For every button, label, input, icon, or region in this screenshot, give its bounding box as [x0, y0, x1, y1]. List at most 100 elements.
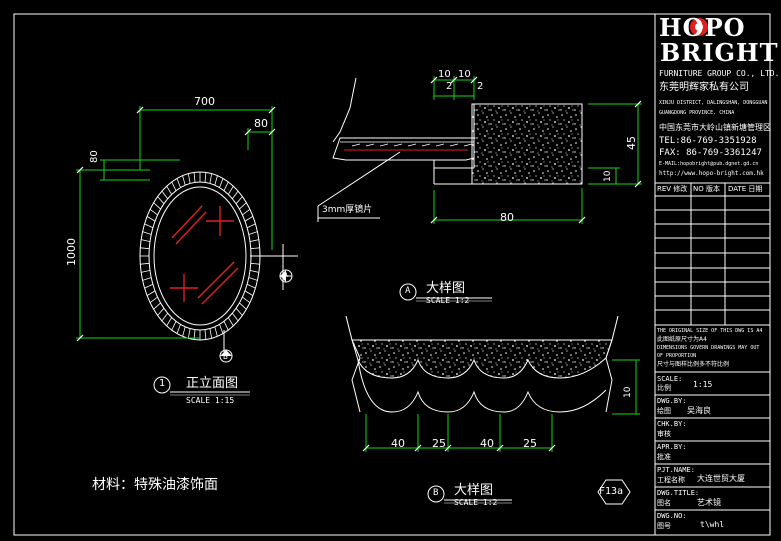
- frame-hatch-tick: [227, 185, 234, 195]
- frame-hatch-tick: [153, 202, 161, 210]
- note-proportion-en: OF PROPORTION: [657, 353, 697, 359]
- frame-hatch-tick: [227, 317, 234, 327]
- frame-hatch-tick: [161, 190, 168, 200]
- dim-80: 80: [500, 211, 514, 224]
- frame-hatch-tick: [142, 231, 152, 235]
- frame-hatch-tick: [244, 216, 254, 222]
- frame-hatch-tick: [182, 175, 186, 186]
- pjt-name-value: 大连世贸大厦: [697, 474, 745, 483]
- frame-hatch-tick: [232, 190, 239, 200]
- mirror-hatch-mark: [365, 143, 375, 147]
- detail-a-scale: SCALE 1:2: [426, 296, 470, 305]
- logo-sub: BRIGHT: [660, 38, 779, 67]
- mirror-hatch-mark: [435, 143, 445, 147]
- frame-hatch-tick: [176, 178, 181, 188]
- scale-label-cn: 比例: [657, 384, 671, 392]
- dim-2a: 2: [446, 81, 453, 92]
- frame-hatch-tick: [204, 329, 207, 340]
- dwg-title-cn: 图名: [657, 499, 671, 507]
- frame-hatch-tick: [157, 196, 165, 204]
- date-header: DATE 日期: [728, 185, 763, 193]
- mirror-hatch-mark: [407, 143, 417, 147]
- frame-hatch-tick: [171, 321, 177, 331]
- frame-hatch-tick: [249, 239, 259, 242]
- mirror-hatch-mark: [393, 143, 403, 147]
- dim-b-2: 25: [432, 437, 446, 450]
- detail-b-title: 大样图: [454, 483, 494, 498]
- note-original-size-cn: 此图纸原尺寸为A4: [657, 336, 707, 343]
- frame-hatch-tick: [242, 208, 251, 216]
- frame-hatch-tick: [249, 270, 259, 273]
- frame-hatch-tick: [232, 312, 239, 322]
- frame-hatch-tick: [153, 302, 161, 310]
- scale-value: 1:15: [693, 380, 713, 389]
- dim-10b: 10: [458, 69, 471, 80]
- frame-hatch-tick: [141, 270, 151, 273]
- note-dims-en: DIMENSIONS GOVERN DRAWINGS MAY OUT: [657, 345, 760, 351]
- fax: FAX: 86-769-3361247: [659, 148, 762, 158]
- apr-by-cn: 批准: [657, 453, 671, 461]
- frame-hatch-tick: [166, 317, 173, 327]
- frame-hatch-tick: [214, 175, 218, 186]
- frame-hatch-tick: [235, 196, 243, 204]
- elevation-view: [76, 106, 298, 396]
- address-cn: 中国东莞市大岭山镇新塘管理区: [659, 123, 771, 132]
- no-header: NO 版本: [693, 185, 720, 193]
- detail-a-title: 大样图: [426, 281, 466, 296]
- dim-2b: 2: [477, 81, 484, 92]
- rev-header: REV 修改: [657, 185, 688, 193]
- detail-a-marker: A: [405, 286, 411, 296]
- company-en: FURNITURE GROUP CO., LTD.: [659, 69, 780, 78]
- elevation-number: 1: [159, 378, 166, 389]
- dim-10a: 10: [438, 69, 451, 80]
- frame-hatch-tick: [187, 173, 191, 184]
- frame-hatch-tick: [244, 290, 254, 296]
- mirror-hatch-mark: [421, 143, 431, 147]
- frame-hatch-tick: [140, 262, 150, 265]
- detail-b-view: [345, 315, 640, 504]
- dim-b-side: 10: [623, 386, 633, 398]
- dwg-title-value: 艺术镜: [697, 498, 721, 507]
- mirror-hatch-mark: [351, 143, 361, 147]
- elevation-title: 正立面图: [186, 376, 239, 391]
- frame-hatch-tick: [140, 247, 150, 250]
- dwg-no-cn: 图号: [657, 522, 671, 530]
- detail-b-marker: B: [433, 488, 439, 498]
- frame-hatch-tick: [141, 239, 151, 242]
- note-original-size-en: THE ORIGINAL SIZE OF THIS DWG IS A4: [657, 328, 763, 334]
- dwg-by-value: 吴海良: [687, 406, 711, 415]
- pjt-name-cn: 工程名称: [657, 476, 685, 484]
- dim-b-1: 40: [391, 437, 405, 450]
- frame-hatch-tick: [246, 283, 256, 289]
- frame-hatch-tick: [176, 324, 181, 334]
- scale-label: SCALE:: [657, 375, 683, 383]
- mirror-hatch-mark: [449, 143, 459, 147]
- frame-hatch-tick: [239, 202, 247, 210]
- frame-hatch-tick: [223, 321, 229, 331]
- frame-hatch-tick: [250, 262, 260, 265]
- dim-frame-side: 80: [89, 150, 100, 163]
- mirror-hatch-mark: [463, 143, 473, 147]
- frame-hatch-tick: [171, 181, 177, 191]
- frame-hatch-tick: [204, 172, 207, 183]
- frame-hatch-tick: [157, 308, 165, 316]
- tel: TEL:86-769-3351928: [659, 136, 757, 146]
- frame-hatch-tick: [246, 223, 256, 229]
- detail-a-view: [317, 76, 642, 302]
- frame-hatch-tick: [149, 208, 158, 216]
- frame-hatch-tick: [219, 178, 224, 188]
- apr-by-label: APR.BY:: [657, 443, 687, 451]
- dim-frame-top: 80: [254, 117, 268, 130]
- frame-hatch-tick: [242, 296, 251, 304]
- frame-hatch-tick: [144, 223, 154, 229]
- frame-hatch-tick: [248, 277, 258, 281]
- mirror-hatch-mark: [379, 143, 389, 147]
- frame-hatch-tick: [182, 326, 186, 337]
- note-proportion-cn: 尺寸与图样比例多不符比例: [657, 361, 730, 368]
- frame-hatch-tick: [239, 302, 247, 310]
- frame-hatch-tick: [235, 308, 243, 316]
- frame-hatch-tick: [250, 247, 260, 250]
- dim-10c: 10: [603, 170, 613, 182]
- frame-hatch-tick: [187, 328, 191, 339]
- frame-hatch-tick: [166, 185, 173, 195]
